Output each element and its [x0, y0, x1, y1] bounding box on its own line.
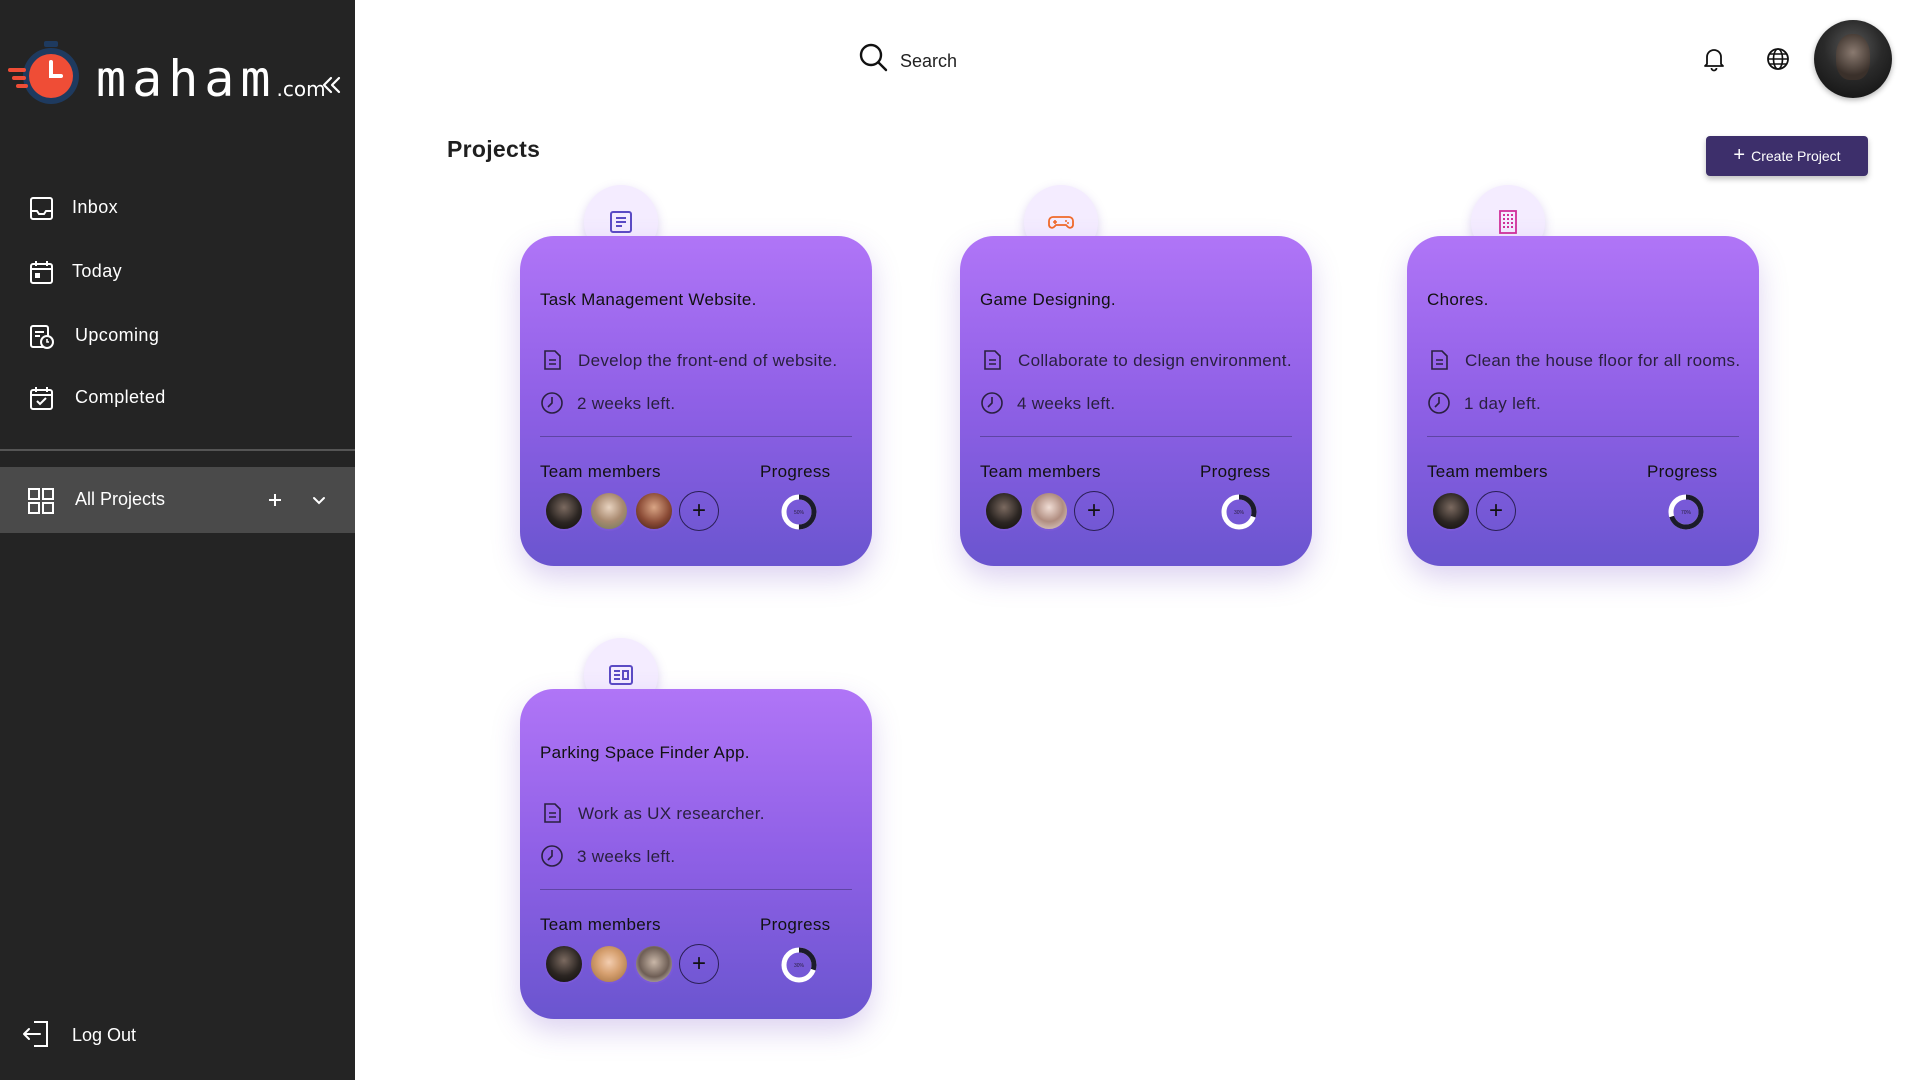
sidebar-item-upcoming[interactable]: Upcoming: [0, 311, 355, 361]
newspaper-icon: [609, 665, 633, 685]
file-icon: [984, 350, 1001, 370]
progress-ring: 70%: [1668, 494, 1704, 530]
team-members-label: Team members: [1427, 462, 1548, 481]
sidebar-item-inbox[interactable]: Inbox: [0, 183, 355, 233]
team-members-label: Team members: [980, 462, 1101, 481]
project-card[interactable]: Task Management Website. Develop the fro…: [520, 236, 872, 566]
logout-label: Log Out: [72, 1025, 137, 1045]
member-avatar[interactable]: [544, 944, 584, 984]
card-divider: [540, 436, 852, 437]
building-icon: [1499, 210, 1517, 234]
document-list-icon: [610, 211, 632, 233]
project-title: Game Designing.: [980, 290, 1116, 309]
project-card[interactable]: Chores. Clean the house floor for all ro…: [1407, 236, 1759, 566]
clock-icon: [981, 392, 1003, 414]
project-card[interactable]: Game Designing. Collaborate to design en…: [960, 236, 1312, 566]
progress-ring: 30%: [781, 947, 817, 983]
member-avatar[interactable]: [1431, 491, 1471, 531]
brand-logo[interactable]: maham.com: [8, 38, 326, 113]
sidebar-divider: [0, 449, 355, 451]
member-avatar[interactable]: [544, 491, 584, 531]
calendar-icon: [28, 259, 55, 286]
svg-text:30%: 30%: [1234, 510, 1245, 516]
progress-ring: 50%: [781, 494, 817, 530]
member-avatar[interactable]: [634, 491, 674, 531]
add-member-button[interactable]: +: [679, 491, 719, 531]
sidebar-item-label: All Projects: [75, 489, 166, 509]
sidebar-item-all-projects[interactable]: All Projects: [0, 467, 355, 533]
team-members-label: Team members: [540, 462, 661, 481]
clock-icon: [541, 392, 563, 414]
member-avatar[interactable]: [589, 944, 629, 984]
create-project-button[interactable]: + Create Project: [1706, 136, 1868, 176]
sidebar-item-completed[interactable]: Completed: [0, 373, 355, 423]
svg-text:70%: 70%: [1681, 510, 1692, 516]
plus-icon: +: [1733, 144, 1746, 166]
project-card[interactable]: Parking Space Finder App. Work as UX res…: [520, 689, 872, 1019]
member-avatar[interactable]: [634, 944, 674, 984]
clock-icon: [541, 845, 563, 867]
team-members-label: Team members: [540, 915, 661, 934]
svg-text:30%: 30%: [794, 963, 805, 969]
search-icon: [858, 42, 888, 72]
project-title: Parking Space Finder App.: [540, 743, 750, 762]
project-title: Task Management Website.: [540, 290, 757, 309]
sidebar-item-label: Completed: [75, 387, 166, 407]
progress-label: Progress: [1200, 462, 1271, 481]
chevron-down-icon[interactable]: [308, 489, 330, 511]
card-divider: [980, 436, 1292, 437]
project-title: Chores.: [1427, 290, 1489, 309]
logout-button[interactable]: Log Out: [0, 1010, 355, 1060]
grid-icon: [27, 487, 55, 515]
clock-icon: [1428, 392, 1450, 414]
sidebar-item-label: Inbox: [72, 197, 119, 217]
svg-text:50%: 50%: [794, 510, 805, 516]
card-divider: [1427, 436, 1739, 437]
sidebar-item-label: Today: [72, 261, 123, 281]
calendar-clock-icon: [28, 323, 55, 350]
sidebar-item-today[interactable]: Today: [0, 247, 355, 297]
page-title: Projects: [447, 136, 541, 162]
collapse-sidebar-icon[interactable]: [316, 70, 346, 100]
sidebar: maham.com Inbox Today Upcoming Completed…: [0, 0, 355, 1080]
inbox-icon: [28, 195, 55, 222]
member-avatar[interactable]: [589, 491, 629, 531]
add-member-button[interactable]: +: [1476, 491, 1516, 531]
member-avatar[interactable]: [1029, 491, 1069, 531]
sidebar-item-label: Upcoming: [75, 325, 160, 345]
member-avatar[interactable]: [984, 491, 1024, 531]
calendar-check-icon: [28, 385, 55, 412]
gamepad-icon: [1048, 216, 1074, 229]
file-icon: [1431, 350, 1448, 370]
stopwatch-logo-icon: [8, 41, 79, 104]
progress-label: Progress: [760, 462, 831, 481]
progress-label: Progress: [1647, 462, 1718, 481]
logout-icon: [20, 1018, 52, 1050]
add-project-icon[interactable]: [264, 489, 286, 511]
globe-icon[interactable]: [1765, 46, 1791, 72]
add-member-button[interactable]: +: [1074, 491, 1114, 531]
file-icon: [544, 803, 561, 823]
bell-icon[interactable]: [1701, 46, 1727, 72]
add-member-button[interactable]: +: [679, 944, 719, 984]
user-avatar[interactable]: [1814, 20, 1892, 98]
search-label: Search: [900, 51, 958, 71]
progress-label: Progress: [760, 915, 831, 934]
card-divider: [540, 889, 852, 890]
brand-name: maham.com: [96, 50, 326, 108]
progress-ring: 30%: [1221, 494, 1257, 530]
search-bar[interactable]: Search: [858, 42, 1058, 78]
file-icon: [544, 350, 561, 370]
